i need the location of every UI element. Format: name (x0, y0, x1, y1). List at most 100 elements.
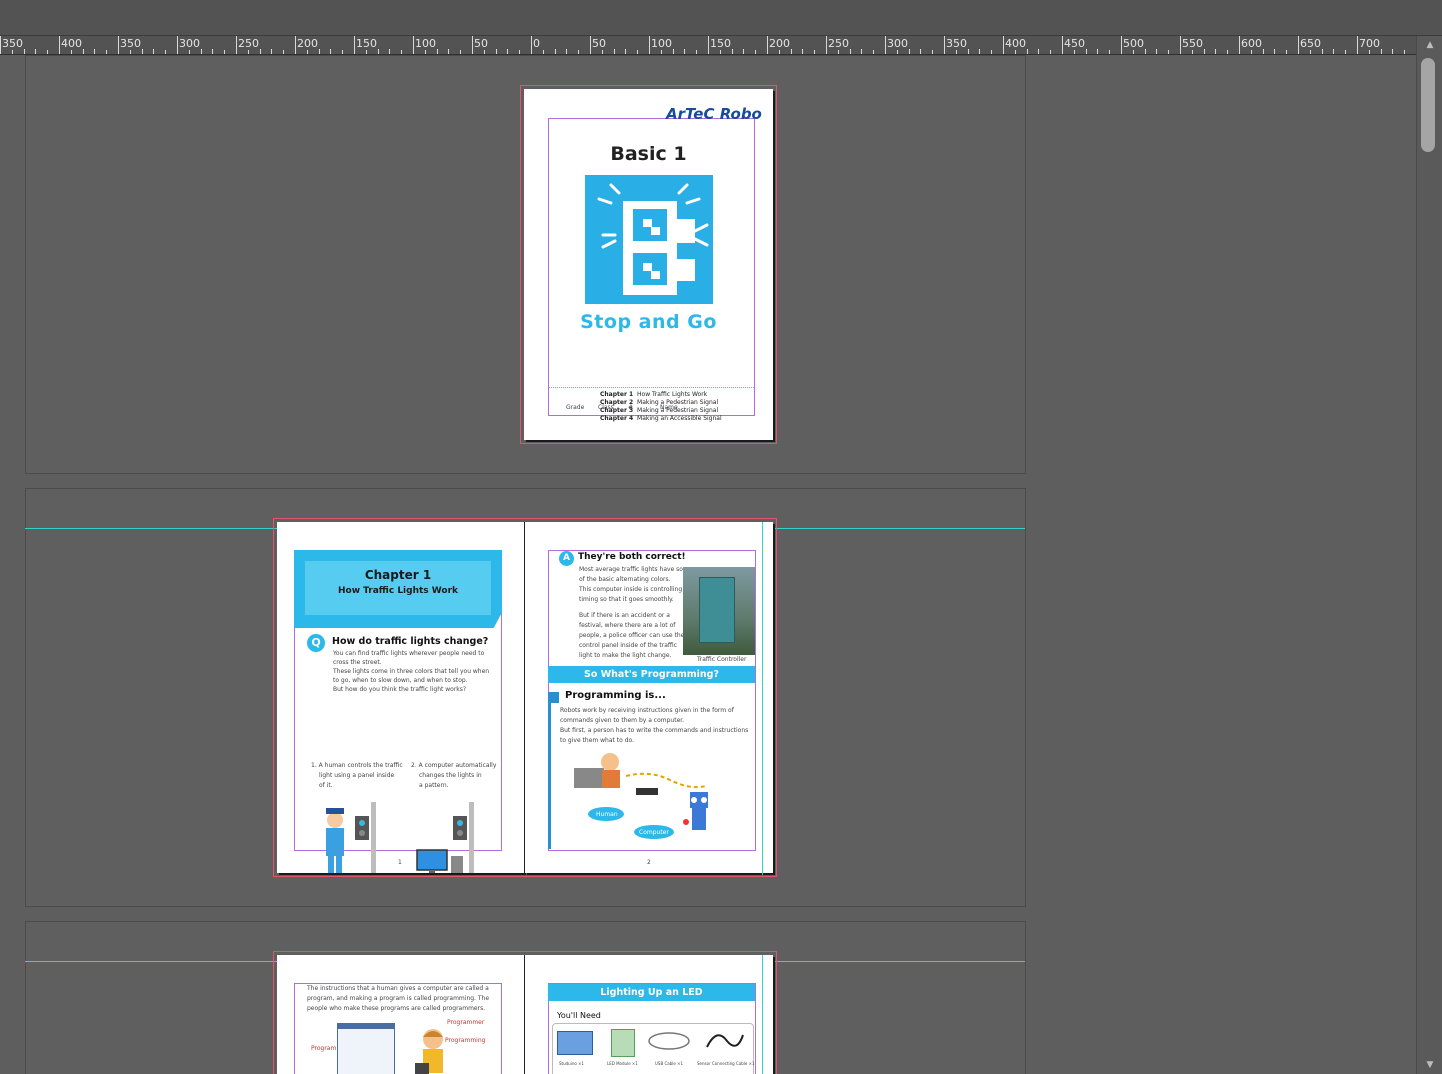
ruler-minor-tick (554, 49, 556, 54)
label-programmer: Programmer (447, 1019, 485, 1026)
ruler-minor-tick (165, 50, 167, 54)
cover-logo: ArTeC Robo (666, 105, 762, 123)
ruler-minor-tick (247, 50, 249, 54)
ruler-minor-tick (460, 50, 462, 54)
ruler-label: 250 (238, 37, 259, 50)
ruler-minor-tick (318, 49, 320, 54)
page-1[interactable]: Chapter 1 How Traffic Lights Work Q How … (277, 522, 524, 873)
ruler-minor-tick (1144, 49, 1146, 54)
ruler-minor-tick (259, 49, 261, 54)
ruler-minor-tick (1227, 50, 1229, 54)
ruler-minor-tick (1368, 50, 1370, 54)
ruler-minor-tick (389, 49, 391, 54)
question-badge: Q (307, 634, 325, 652)
ruler-minor-tick (1026, 49, 1028, 54)
ruler-minor-tick (1333, 49, 1335, 54)
ruler-label: 400 (1005, 37, 1026, 50)
scroll-thumb[interactable] (1421, 58, 1435, 152)
traffic-light-icon (585, 175, 713, 304)
ruler-label: 0 (533, 37, 540, 50)
ruler-minor-tick (483, 50, 485, 54)
ruler-minor-tick (637, 50, 639, 54)
chapter-num: Chapter 4 (600, 415, 634, 422)
ruler-minor-tick (1392, 49, 1394, 54)
traffic-controller-photo (683, 567, 755, 655)
horizontal-ruler[interactable]: 350 400 350 300 250 200 150 100 50 0 50 100 150 200 25… (0, 36, 1416, 55)
ruler-minor-tick (330, 49, 332, 54)
vertical-guide[interactable] (762, 955, 763, 1074)
computer-icon (409, 798, 489, 873)
ruler-minor-tick (684, 49, 686, 54)
ruler-minor-tick (1073, 50, 1075, 54)
ruler-minor-tick (200, 49, 202, 54)
scroll-down-icon[interactable]: ▼ (1417, 1056, 1442, 1074)
ruler-minor-tick (224, 50, 226, 54)
ruler-minor-tick (401, 50, 403, 54)
ruler-minor-tick (908, 49, 910, 54)
ruler-minor-tick (1262, 49, 1264, 54)
ruler-minor-tick (70, 50, 72, 54)
ruler-minor-tick (660, 50, 662, 54)
ruler-label: 200 (769, 37, 790, 50)
page-3[interactable]: The instructions that a human gives a co… (277, 955, 524, 1074)
ruler-label: 50 (592, 37, 606, 50)
vertical-scrollbar[interactable]: ▲ ▼ (1416, 36, 1442, 1074)
section-banner: So What's Programming? (548, 666, 755, 683)
label-programming: Programming (445, 1037, 486, 1044)
ruler-minor-tick (1250, 50, 1252, 54)
ruler-minor-tick (967, 49, 969, 54)
usb-cable-icon (647, 1029, 691, 1057)
ruler-minor-tick (578, 50, 580, 54)
ruler-minor-tick (1038, 49, 1040, 54)
ruler-minor-tick (1014, 50, 1016, 54)
ruler-minor-tick (377, 49, 379, 54)
label-program: Program (311, 1045, 337, 1052)
answer-heading: They're both correct! (578, 552, 686, 562)
ruler-minor-tick (1156, 49, 1158, 54)
ruler-minor-tick (955, 50, 957, 54)
ruler-minor-tick (1404, 50, 1406, 54)
document-canvas[interactable]: ArTeC Robo Basic 1 Stop and Go Chapter 1… (0, 55, 1416, 1074)
ruler-minor-tick (1215, 49, 1217, 54)
footer-grade: Grade (566, 404, 585, 411)
ruler-minor-tick (613, 49, 615, 54)
ruler-minor-tick (979, 49, 981, 54)
scroll-up-icon[interactable]: ▲ (1417, 36, 1442, 54)
ruler-minor-tick (542, 50, 544, 54)
vertical-guide[interactable] (762, 522, 763, 875)
page-number: 1 (398, 859, 402, 866)
footer-no: # (628, 404, 634, 411)
item-sensor-cable: Sensor Connecting Cable ×1 (697, 1061, 755, 1066)
ruler-label: 500 (1123, 37, 1144, 50)
ruler-minor-tick (1274, 49, 1276, 54)
ruler-minor-tick (495, 49, 497, 54)
ruler-label: 700 (1359, 37, 1380, 50)
ruler-minor-tick (743, 49, 745, 54)
ruler-label: 250 (828, 37, 849, 50)
ruler-label: 150 (710, 37, 731, 50)
ruler-minor-tick (873, 50, 875, 54)
page-2[interactable]: A They're both correct! Most average tra… (525, 522, 773, 873)
ruler-label: 600 (1241, 37, 1262, 50)
ruler-minor-tick (153, 49, 155, 54)
ruler-minor-tick (1203, 49, 1205, 54)
ruler-minor-tick (896, 50, 898, 54)
ruler-minor-tick (1286, 50, 1288, 54)
ruler-label: 200 (297, 37, 318, 50)
photo-caption: Traffic Controller (697, 656, 747, 663)
page-4[interactable]: Lighting Up an LED You'll Need Studuino … (525, 955, 773, 1074)
ruler-minor-tick (271, 49, 273, 54)
ruler-minor-tick (802, 49, 804, 54)
ruler-minor-tick (1309, 50, 1311, 54)
ruler-label: 550 (1182, 37, 1203, 50)
item-usb-cable: USB Cable ×1 (655, 1061, 684, 1066)
ruler-label: 100 (651, 37, 672, 50)
programmer-icon (411, 1027, 455, 1074)
ruler-minor-tick (342, 50, 344, 54)
ruler-minor-tick (1321, 49, 1323, 54)
ruler-minor-tick (106, 50, 108, 54)
ruler-minor-tick (991, 50, 993, 54)
cover-page[interactable]: ArTeC Robo Basic 1 Stop and Go Chapter 1… (524, 89, 773, 440)
ruler-minor-tick (1097, 49, 1099, 54)
ruler-minor-tick (47, 50, 49, 54)
